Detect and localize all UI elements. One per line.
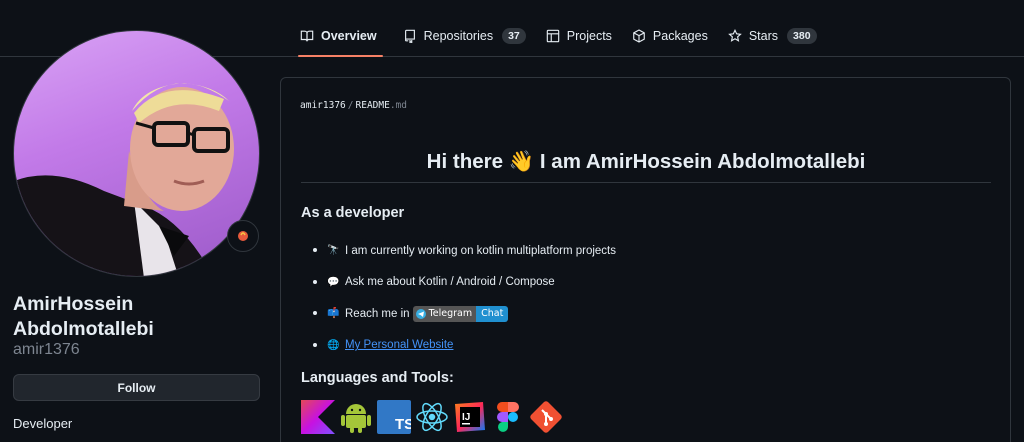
developer-list: 🔭 I am currently working on kotlin multi…	[313, 235, 616, 361]
list-item: 🔭 I am currently working on kotlin multi…	[313, 235, 616, 267]
developer-heading: As a developer	[301, 205, 405, 221]
avatar-portrait	[14, 83, 234, 276]
heading-divider	[301, 182, 991, 183]
speech-bubble-icon: 💬	[327, 276, 340, 288]
status-emoji-icon	[238, 231, 248, 241]
tab-label: Stars	[748, 29, 779, 43]
tab-packages[interactable]: Packages	[622, 18, 718, 56]
telegram-badge-left: Telegram	[412, 305, 477, 322]
intellij-label: IJ	[462, 412, 470, 423]
list-item: 🌐 My Personal Website	[313, 330, 616, 362]
badge-value: Chat	[476, 305, 509, 322]
typescript-icon[interactable]: TS	[377, 400, 411, 434]
tab-label: Overview	[321, 29, 377, 43]
list-item: 💬 Ask me about Kotlin / Android / Compos…	[313, 267, 616, 299]
avatar-container	[13, 30, 260, 277]
mailbox-icon: 📫	[327, 308, 340, 320]
avatar[interactable]	[13, 30, 260, 277]
globe-icon: 🌐	[327, 339, 340, 351]
list-item-text: Reach me in	[345, 307, 410, 320]
telescope-icon: 🔭	[327, 245, 340, 257]
readme-filename[interactable]: README	[356, 100, 390, 111]
profile-readme-card: amir1376/README.md Hi there 👋 I am AmirH…	[280, 77, 1011, 442]
readme-owner-link[interactable]: amir1376	[300, 100, 346, 111]
tab-label: Repositories	[423, 29, 494, 43]
kotlin-icon[interactable]	[301, 400, 335, 434]
telegram-chat-badge[interactable]: Telegram Chat	[412, 305, 509, 322]
readme-extension: .md	[389, 100, 407, 111]
badge-label: Telegram	[428, 308, 473, 320]
list-item-text: I am currently working on kotlin multipl…	[345, 244, 616, 257]
android-icon[interactable]	[339, 400, 373, 434]
tools-heading: Languages and Tools:	[301, 370, 454, 386]
star-icon	[728, 29, 742, 42]
tab-list: Overview Repositories 37 Projects Packag…	[290, 18, 827, 57]
intellij-icon[interactable]: IJ	[453, 400, 487, 434]
telegram-icon	[415, 308, 426, 319]
profile-display-name: AmirHossein Abdolmotallebi	[13, 293, 154, 340]
tools-icons-row: TS IJ	[301, 400, 563, 434]
react-icon[interactable]	[415, 400, 449, 434]
tab-label: Projects	[566, 29, 612, 43]
readme-file-path: amir1376/README.md	[300, 100, 407, 111]
tab-repositories[interactable]: Repositories 37	[393, 18, 536, 56]
repo-icon	[404, 29, 415, 43]
package-icon	[633, 29, 645, 43]
profile-bio: Developer	[13, 416, 73, 431]
typescript-label: TS	[395, 416, 411, 433]
list-item: 📫 Reach me in Telegram Chat	[313, 298, 616, 330]
git-icon[interactable]	[529, 400, 563, 434]
list-item-text: Ask me about Kotlin / Android / Compose	[345, 276, 555, 289]
follow-button[interactable]: Follow	[13, 374, 260, 401]
tab-overview[interactable]: Overview	[290, 18, 387, 57]
tab-label: Packages	[652, 29, 708, 43]
table-icon	[546, 29, 560, 43]
tab-stars[interactable]: Stars 380	[718, 18, 827, 56]
repositories-count-badge: 37	[502, 28, 526, 44]
tab-projects[interactable]: Projects	[536, 18, 622, 56]
profile-username: amir1376	[13, 341, 80, 358]
book-icon	[300, 30, 314, 42]
personal-website-link[interactable]: My Personal Website	[345, 339, 453, 351]
figma-icon[interactable]	[491, 400, 525, 434]
path-separator: /	[347, 100, 354, 111]
stars-count-badge: 380	[787, 28, 817, 44]
readme-greeting-heading: Hi there 👋 I am AmirHossein Abdolmotalle…	[426, 150, 866, 173]
set-status-button[interactable]	[227, 220, 259, 252]
